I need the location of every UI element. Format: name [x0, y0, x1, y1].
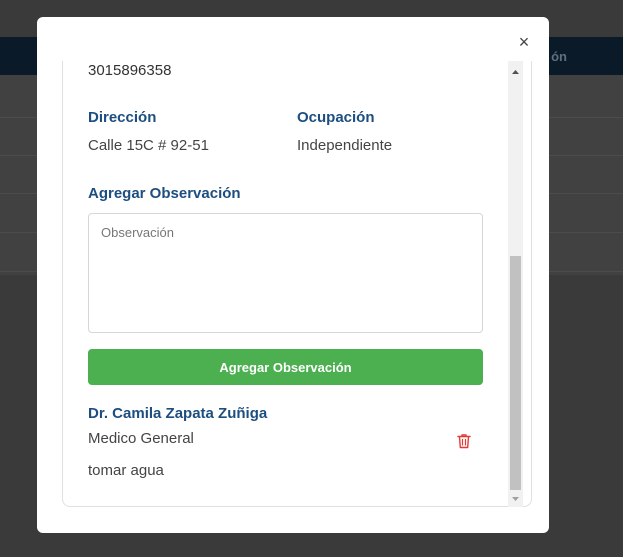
vertical-scrollbar[interactable]: [508, 61, 523, 507]
observation-doctor-name: Dr. Camila Zapata Zuñiga: [88, 405, 268, 422]
phone-value: 3015896358: [88, 62, 172, 79]
trash-icon[interactable]: [457, 433, 471, 449]
chevron-down-icon[interactable]: [508, 494, 523, 504]
background-nav-text: ón: [551, 49, 567, 64]
observation-note: tomar agua: [88, 462, 164, 479]
direccion-label: Dirección: [88, 109, 157, 126]
modal-scroll-area[interactable]: 3015896358 Dirección Calle 15C # 92-51 O…: [62, 61, 532, 507]
close-button[interactable]: ×: [513, 31, 535, 53]
add-observation-button[interactable]: Agregar Observación: [88, 349, 483, 385]
chevron-up-icon[interactable]: [508, 67, 523, 77]
observation-input[interactable]: [88, 213, 483, 333]
ocupacion-value: Independiente: [297, 137, 393, 154]
delete-observation-button[interactable]: [457, 433, 473, 451]
close-icon[interactable]: ×: [519, 32, 530, 52]
ocupacion-label: Ocupación: [297, 109, 375, 126]
direccion-value: Calle 15C # 92-51: [88, 137, 209, 154]
patient-modal: × 3015896358 Dirección Calle 15C # 92-51…: [37, 17, 549, 533]
observation-doctor-role: Medico General: [88, 430, 194, 447]
scrollbar-thumb[interactable]: [510, 256, 521, 490]
add-observation-label: Agregar Observación: [88, 185, 241, 202]
